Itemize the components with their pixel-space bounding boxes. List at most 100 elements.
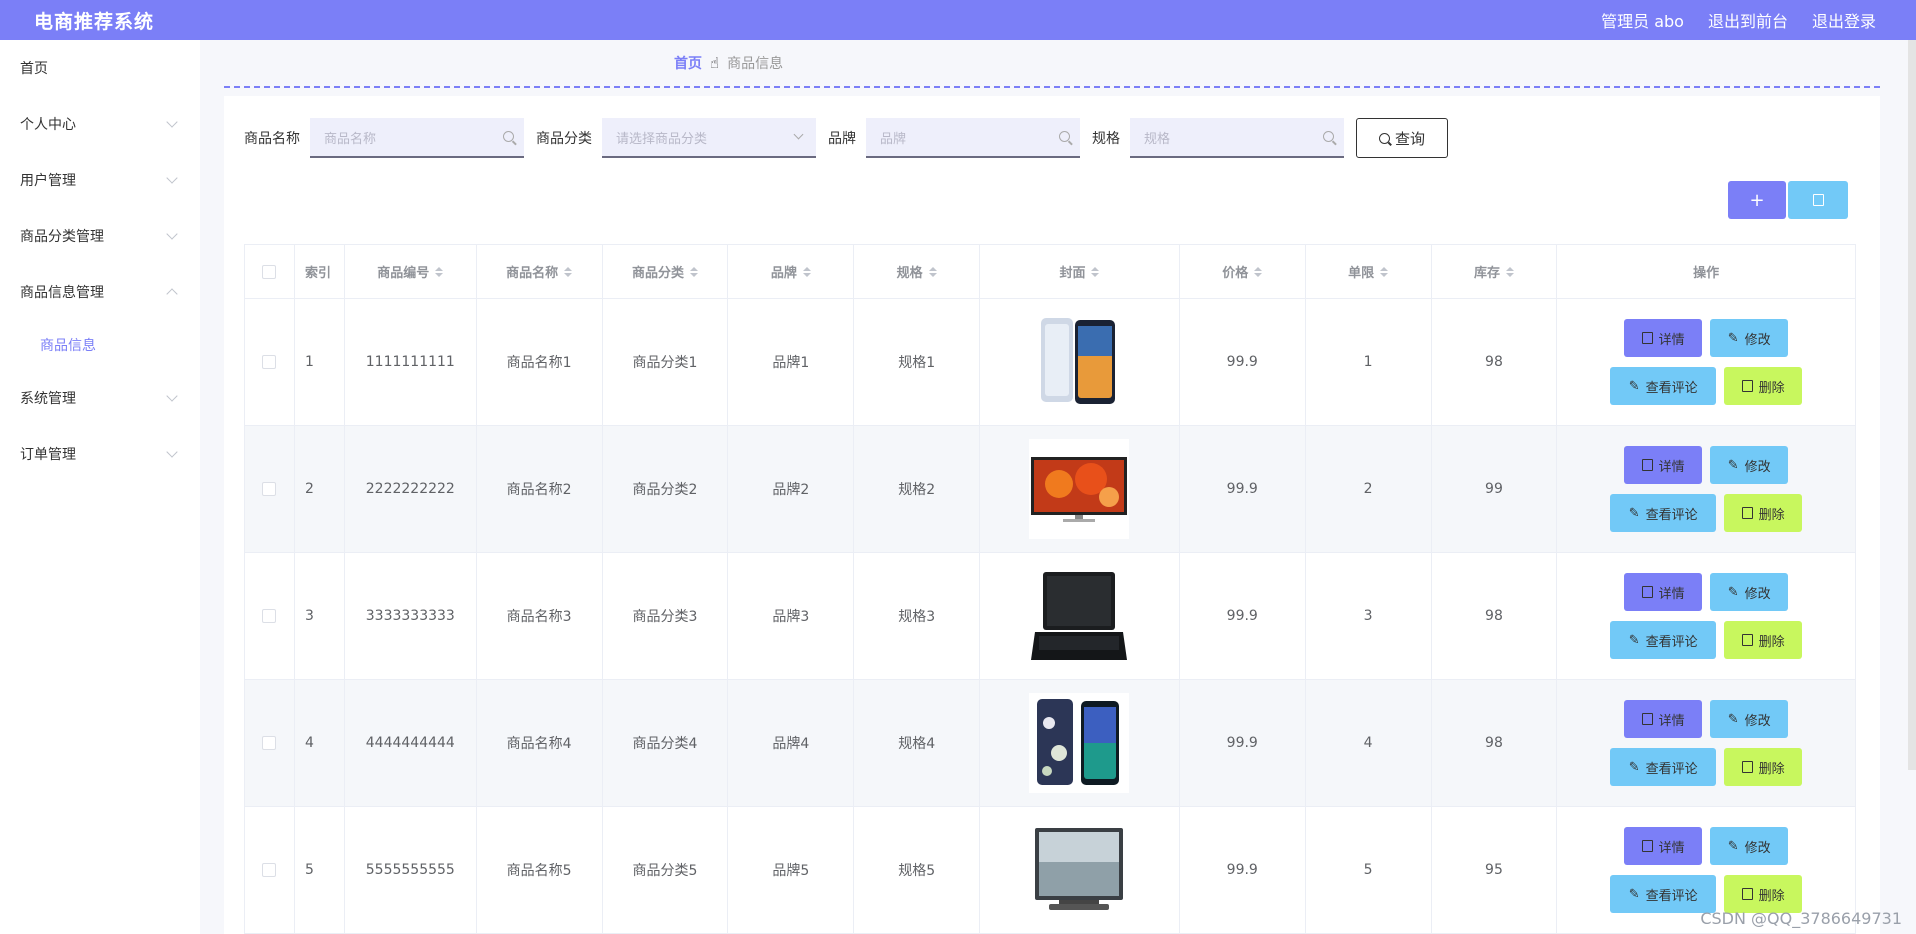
sidebar-item-order-management[interactable]: 订单管理 bbox=[0, 426, 200, 482]
sort-icon[interactable] bbox=[1091, 266, 1100, 277]
edit-button[interactable]: ✎ 修改 bbox=[1710, 827, 1789, 865]
cell-price: 99.9 bbox=[1180, 426, 1306, 552]
pencil-icon: ✎ bbox=[1727, 838, 1739, 854]
product-name-placeholder: 商品名称 bbox=[324, 131, 377, 147]
sidebar: 首页 个人中心 用户管理 商品分类管理 商品信息管理 商品信息 系统管理 订单管… bbox=[0, 40, 200, 934]
search-icon bbox=[1323, 131, 1334, 142]
query-button[interactable]: 查询 bbox=[1356, 118, 1448, 158]
edit-button[interactable]: ✎ 修改 bbox=[1710, 319, 1789, 357]
logout-link[interactable]: 退出登录 bbox=[1812, 8, 1876, 32]
sidebar-item-system-management[interactable]: 系统管理 bbox=[0, 370, 200, 426]
header-label: 单限 bbox=[1348, 266, 1375, 281]
chevron-down-icon bbox=[166, 172, 178, 184]
sidebar-item-label: 商品分类管理 bbox=[20, 229, 104, 245]
sidebar-item-user-management[interactable]: 用户管理 bbox=[0, 152, 200, 208]
product-cover-image bbox=[1029, 439, 1130, 539]
sort-icon[interactable] bbox=[689, 266, 698, 277]
sidebar-item-category-management[interactable]: 商品分类管理 bbox=[0, 208, 200, 264]
spec-input[interactable]: 规格 bbox=[1130, 118, 1344, 158]
sort-icon[interactable] bbox=[928, 266, 937, 277]
sort-icon[interactable] bbox=[1380, 266, 1389, 277]
delete-button[interactable]: 删除 bbox=[1724, 494, 1803, 532]
view-reviews-button[interactable]: ✎ 查看评论 bbox=[1610, 367, 1717, 405]
header-label: 价格 bbox=[1222, 266, 1249, 281]
document-icon bbox=[1641, 840, 1653, 852]
chevron-down-icon bbox=[166, 116, 178, 128]
sort-icon[interactable] bbox=[802, 266, 811, 277]
row-checkbox-cell bbox=[245, 426, 295, 552]
sidebar-item-personal-center[interactable]: 个人中心 bbox=[0, 96, 200, 152]
category-select[interactable]: 请选择商品分类 bbox=[602, 118, 816, 158]
cell-brand: 品牌3 bbox=[728, 553, 855, 679]
view-reviews-button[interactable]: ✎ 查看评论 bbox=[1610, 875, 1717, 913]
cell-name: 商品名称2 bbox=[477, 426, 603, 552]
view-reviews-button[interactable]: ✎ 查看评论 bbox=[1610, 494, 1717, 532]
cell-index: 4 bbox=[295, 680, 345, 806]
trash-icon bbox=[1741, 507, 1753, 519]
vertical-scrollbar[interactable] bbox=[1908, 40, 1916, 770]
cell-spec: 规格4 bbox=[854, 680, 981, 806]
sidebar-item-label: 商品信息管理 bbox=[20, 285, 104, 301]
header-code[interactable]: 商品编号 bbox=[345, 245, 477, 298]
cell-code: 3333333333 bbox=[345, 553, 477, 679]
edit-label: 修改 bbox=[1744, 586, 1771, 602]
detail-button[interactable]: 详情 bbox=[1624, 446, 1703, 484]
header-stock[interactable]: 库存 bbox=[1432, 245, 1558, 298]
row-checkbox[interactable] bbox=[262, 355, 277, 369]
detail-button[interactable]: 详情 bbox=[1624, 700, 1703, 738]
edit-button[interactable]: ✎ 修改 bbox=[1710, 573, 1789, 611]
edit-button[interactable]: ✎ 修改 bbox=[1710, 446, 1789, 484]
header-spec[interactable]: 规格 bbox=[854, 245, 981, 298]
add-button[interactable]: + bbox=[1728, 181, 1786, 219]
sort-icon[interactable] bbox=[564, 266, 573, 277]
sidebar-item-product-management[interactable]: 商品信息管理 bbox=[0, 264, 200, 320]
breadcrumb-home[interactable]: 首页 bbox=[674, 53, 702, 73]
detail-button[interactable]: 详情 bbox=[1624, 573, 1703, 611]
search-icon bbox=[1378, 132, 1390, 144]
edit-button[interactable]: ✎ 修改 bbox=[1710, 700, 1789, 738]
trash-icon bbox=[1741, 761, 1753, 773]
sort-icon[interactable] bbox=[1505, 266, 1514, 277]
detail-button[interactable]: 详情 bbox=[1624, 319, 1703, 357]
search-form: 商品名称 商品名称 商品分类 请选择商品分类 品牌 品牌 规格 规格 查询 bbox=[244, 118, 1448, 158]
header-cover[interactable]: 封面 bbox=[980, 245, 1180, 298]
header-label: 商品名称 bbox=[506, 266, 559, 281]
header-brand[interactable]: 品牌 bbox=[728, 245, 855, 298]
delete-button[interactable]: 删除 bbox=[1724, 748, 1803, 786]
header-price[interactable]: 价格 bbox=[1180, 245, 1306, 298]
product-name-input[interactable]: 商品名称 bbox=[310, 118, 524, 158]
chevron-up-icon bbox=[166, 288, 178, 300]
view-reviews-button[interactable]: ✎ 查看评论 bbox=[1610, 748, 1717, 786]
view-reviews-button[interactable]: ✎ 查看评论 bbox=[1610, 621, 1717, 659]
detail-button[interactable]: 详情 bbox=[1624, 827, 1703, 865]
spec-placeholder: 规格 bbox=[1144, 131, 1171, 147]
delete-button[interactable]: 删除 bbox=[1724, 367, 1803, 405]
sort-icon[interactable] bbox=[435, 266, 444, 277]
cell-price: 99.9 bbox=[1180, 553, 1306, 679]
brand-label: 品牌 bbox=[828, 131, 856, 147]
sort-icon[interactable] bbox=[1254, 266, 1263, 277]
cell-brand: 品牌4 bbox=[728, 680, 855, 806]
delete-button[interactable]: 删除 bbox=[1724, 621, 1803, 659]
row-checkbox[interactable] bbox=[262, 863, 277, 877]
row-checkbox[interactable] bbox=[262, 736, 277, 750]
sidebar-item-home[interactable]: 首页 bbox=[0, 40, 200, 96]
delete-button[interactable]: 删除 bbox=[1724, 875, 1803, 913]
sidebar-subitem-product-info[interactable]: 商品信息 bbox=[0, 320, 200, 370]
brand-input[interactable]: 品牌 bbox=[866, 118, 1080, 158]
delete-label: 删除 bbox=[1758, 507, 1785, 523]
pencil-icon: ✎ bbox=[1628, 505, 1640, 521]
header-name[interactable]: 商品名称 bbox=[477, 245, 603, 298]
cell-category: 商品分类5 bbox=[603, 807, 729, 933]
header-limit[interactable]: 单限 bbox=[1306, 245, 1432, 298]
exit-to-front-link[interactable]: 退出到前台 bbox=[1708, 8, 1788, 32]
cell-price: 99.9 bbox=[1180, 299, 1306, 425]
trash-icon bbox=[1741, 634, 1753, 646]
pencil-icon: ✎ bbox=[1628, 632, 1640, 648]
cell-limit: 2 bbox=[1306, 426, 1432, 552]
row-checkbox[interactable] bbox=[262, 482, 277, 496]
select-all-checkbox[interactable] bbox=[262, 264, 277, 279]
batch-delete-button[interactable] bbox=[1788, 181, 1848, 219]
row-checkbox[interactable] bbox=[262, 609, 277, 623]
header-category[interactable]: 商品分类 bbox=[603, 245, 729, 298]
